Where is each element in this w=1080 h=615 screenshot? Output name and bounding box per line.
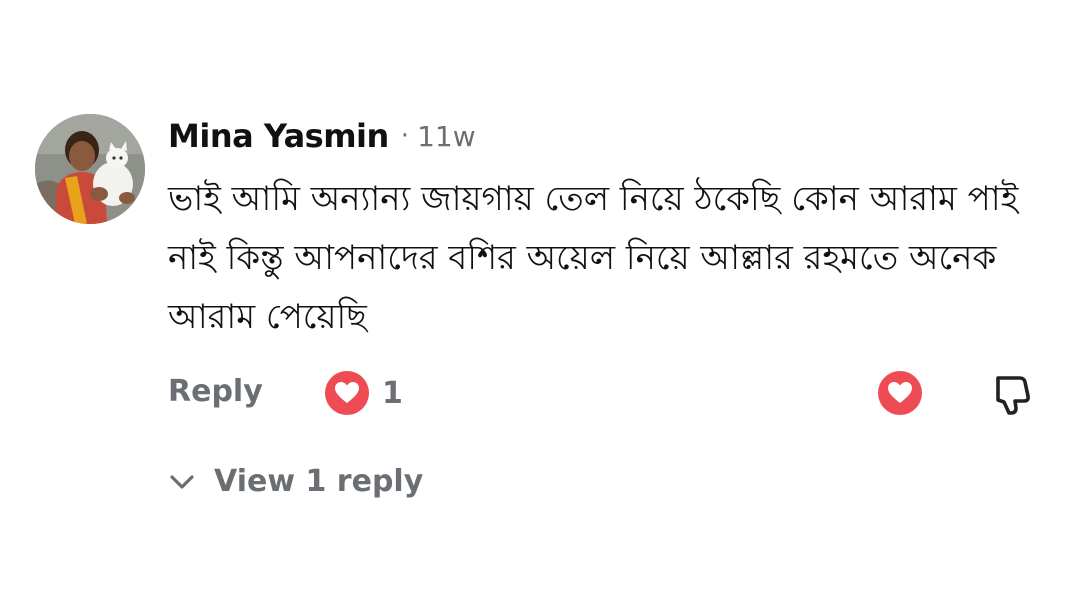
separator-dot: ·: [400, 121, 410, 151]
heart-reaction-icon: [325, 371, 369, 415]
comment-age[interactable]: 11w: [417, 120, 476, 153]
view-replies-label: View 1 reply: [214, 464, 424, 499]
thumbs-down-icon: [996, 376, 1030, 415]
comment-actions: Reply 1: [168, 368, 1048, 418]
comment-text: ভাই আমি অন্যান্য জায়গায় তেল নিয়ে ঠকেছ…: [168, 179, 1019, 337]
comment-header: Mina Yasmin · 11w: [168, 114, 476, 158]
dislike-button[interactable]: [990, 372, 1034, 420]
chevron-down-icon: [170, 474, 194, 489]
reaction-summary[interactable]: 1: [324, 370, 403, 416]
view-replies-toggle[interactable]: View 1 reply: [168, 464, 423, 499]
profile-photo-icon: [35, 114, 145, 224]
reply-button[interactable]: Reply: [168, 374, 263, 409]
reaction-count: 1: [382, 375, 403, 411]
avatar[interactable]: [35, 114, 145, 224]
author-name[interactable]: Mina Yasmin: [168, 117, 389, 155]
heart-icon: [878, 371, 922, 415]
love-button[interactable]: [877, 370, 923, 420]
